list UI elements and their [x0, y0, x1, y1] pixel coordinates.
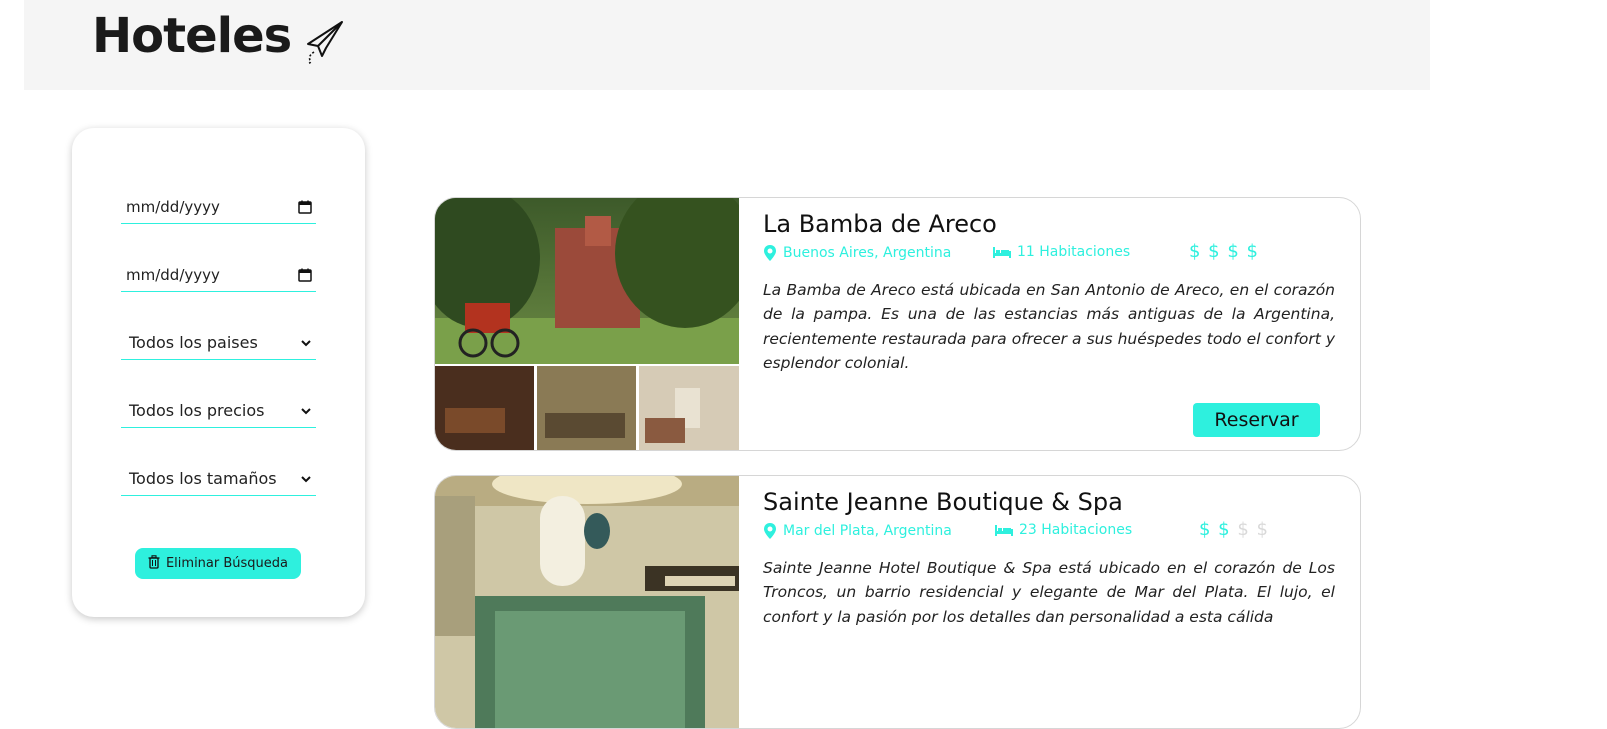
clear-search-label: Eliminar Búsqueda [165, 556, 289, 571]
trash-icon [148, 554, 160, 573]
date-from-input[interactable]: mm/dd/yyyy [121, 190, 316, 224]
paper-plane-icon [307, 21, 343, 64]
date-from-value: mm/dd/yyyy [126, 197, 220, 216]
price-select[interactable]: Todos los precios [121, 394, 316, 428]
price-selected: Todos los precios [129, 401, 265, 420]
country-selected: Todos los paises [129, 333, 258, 352]
hotel-info: Sainte Jeanne Boutique & Spa Mar del Pla… [763, 476, 1336, 629]
size-selected: Todos los tamaños [129, 469, 277, 488]
hotel-description: Sainte Jeanne Hotel Boutique & Spa está … [763, 559, 1335, 626]
hotel-rooms-text: 11 Habitaciones [1017, 244, 1131, 260]
price-active: $ $ [1199, 519, 1231, 540]
size-select[interactable]: Todos los tamaños [121, 462, 316, 496]
calendar-icon[interactable] [298, 268, 312, 282]
hotel-rooms: 11 Habitaciones [993, 244, 1130, 260]
page-title: Hoteles [92, 8, 292, 64]
hotel-description: La Bamba de Areco está ubicada en San An… [763, 281, 1335, 373]
clear-search-button[interactable]: Eliminar Búsqueda [135, 548, 301, 579]
hotel-card: Sainte Jeanne Boutique & Spa Mar del Pla… [434, 475, 1361, 729]
chevron-down-icon [300, 475, 312, 483]
hotel-location-text: Buenos Aires, Argentina [783, 245, 952, 261]
location-pin-icon [764, 245, 776, 261]
hotel-rooms-text: 23 Habitaciones [1019, 522, 1133, 538]
bed-icon [993, 247, 1011, 258]
hotel-name[interactable]: La Bamba de Areco [763, 210, 1336, 238]
chevron-down-icon [300, 407, 312, 415]
date-to-value: mm/dd/yyyy [126, 265, 220, 284]
hotel-location-text: Mar del Plata, Argentina [783, 523, 952, 539]
hotel-name[interactable]: Sainte Jeanne Boutique & Spa [763, 488, 1336, 516]
calendar-icon[interactable] [298, 200, 312, 214]
hotel-photo-gallery[interactable] [435, 476, 739, 728]
chevron-down-icon [300, 339, 312, 347]
hotel-price-rating: $ $ $ $ [1189, 241, 1259, 262]
filter-panel: mm/dd/yyyy mm/dd/yyyy Todos los paises T… [72, 128, 365, 617]
book-button[interactable]: Reservar [1193, 403, 1320, 437]
hotel-photo-gallery[interactable] [435, 198, 739, 450]
hotel-location: Mar del Plata, Argentina [763, 522, 952, 540]
hotel-rooms: 23 Habitaciones [995, 522, 1132, 538]
bed-icon [995, 525, 1013, 536]
date-to-input[interactable]: mm/dd/yyyy [121, 258, 316, 292]
country-select[interactable]: Todos los paises [121, 326, 316, 360]
location-pin-icon [764, 523, 776, 539]
price-active: $ $ $ $ [1189, 241, 1259, 262]
hotel-meta: Mar del Plata, Argentina 23 Habitaciones… [763, 519, 1336, 544]
hotel-meta: Buenos Aires, Argentina 11 Habitaciones … [763, 241, 1336, 266]
price-inactive: $ $ [1237, 519, 1270, 540]
hotel-card: La Bamba de Areco Buenos Aires, Argentin… [434, 197, 1361, 451]
hotel-info: La Bamba de Areco Buenos Aires, Argentin… [763, 198, 1336, 376]
hotel-location: Buenos Aires, Argentina [763, 244, 951, 262]
hotel-price-rating: $ $ $ $ [1199, 519, 1269, 540]
